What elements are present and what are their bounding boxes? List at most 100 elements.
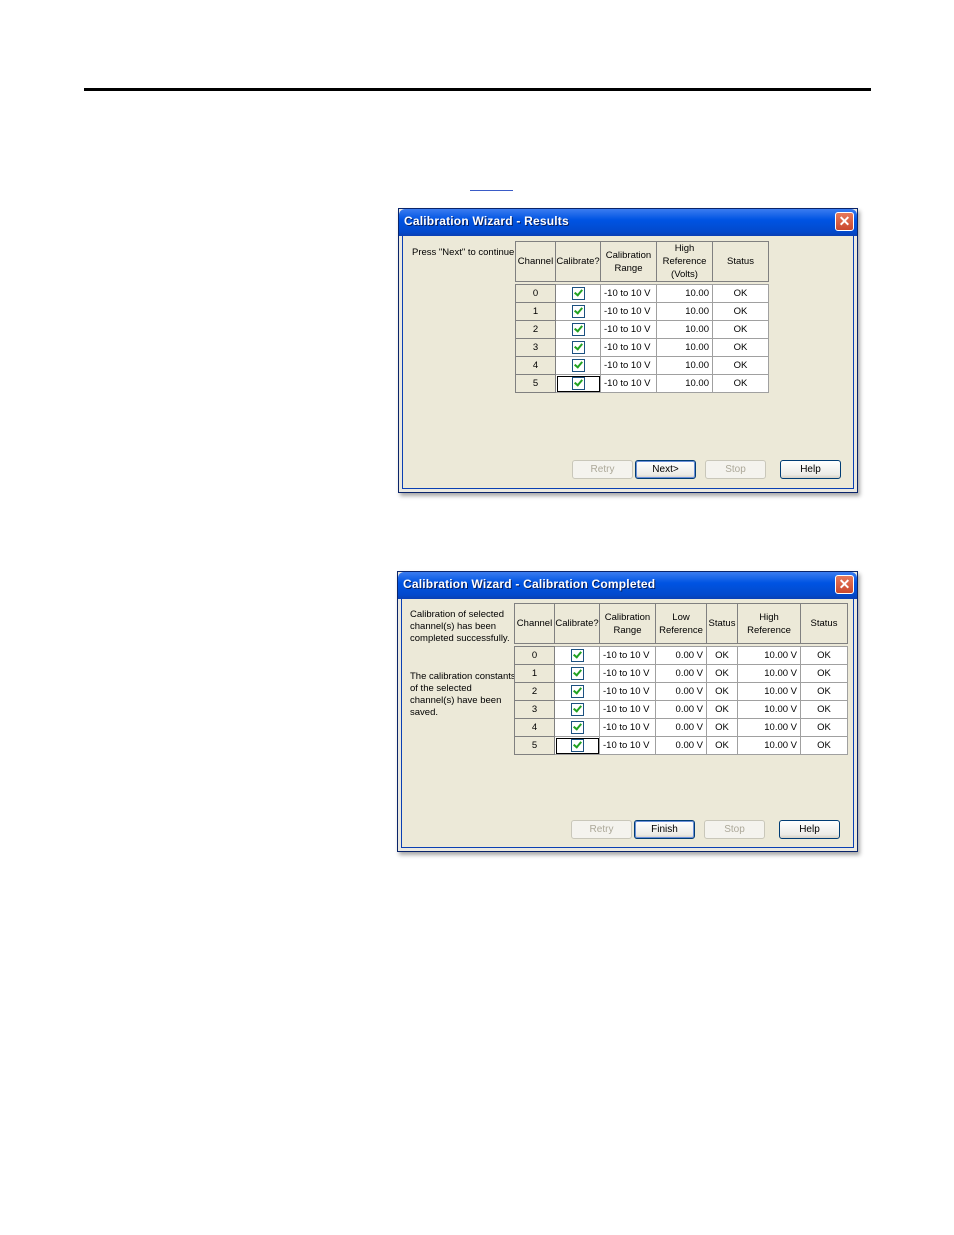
table-row[interactable]: 4 -10 to 10 V 0.00 V OK 10.00 V OK bbox=[514, 718, 848, 737]
constants-saved-message: The calibration constants of the selecte… bbox=[410, 671, 516, 718]
hyperlink-fragment bbox=[470, 190, 513, 191]
check-icon[interactable] bbox=[570, 649, 584, 662]
check-icon[interactable] bbox=[570, 703, 584, 716]
range-cell: -10 to 10 V bbox=[599, 700, 656, 719]
check-icon[interactable] bbox=[570, 739, 584, 752]
channel-cell: 1 bbox=[515, 302, 556, 321]
stop-button[interactable]: Stop bbox=[704, 820, 765, 839]
high-reference-cell: 10.00 V bbox=[737, 718, 801, 737]
check-icon[interactable] bbox=[570, 685, 584, 698]
status-cell: OK bbox=[712, 338, 769, 357]
channel-cell: 5 bbox=[514, 736, 555, 755]
column-header-range: Calibration Range bbox=[599, 603, 656, 644]
low-status-cell: OK bbox=[706, 646, 738, 665]
low-reference-cell: 0.00 V bbox=[655, 736, 707, 755]
table-row[interactable]: 0 -10 to 10 V 10.00 OK bbox=[515, 284, 769, 303]
calibrate-cell[interactable] bbox=[555, 374, 601, 393]
table-row[interactable]: 2 -10 to 10 V 0.00 V OK 10.00 V OK bbox=[514, 682, 848, 701]
table-row[interactable]: 5 -10 to 10 V 10.00 OK bbox=[515, 374, 769, 393]
check-icon[interactable] bbox=[571, 341, 585, 354]
table-row[interactable]: 3 -10 to 10 V 0.00 V OK 10.00 V OK bbox=[514, 700, 848, 719]
column-header-calibrate: Calibrate? bbox=[555, 241, 601, 282]
calibrate-cell[interactable] bbox=[554, 682, 600, 701]
channel-cell: 4 bbox=[515, 356, 556, 375]
table-row[interactable]: 0 -10 to 10 V 0.00 V OK 10.00 V OK bbox=[514, 646, 848, 665]
close-icon[interactable]: ✕ bbox=[835, 212, 854, 231]
low-status-cell: OK bbox=[706, 718, 738, 737]
high-status-cell: OK bbox=[800, 736, 848, 755]
help-button[interactable]: Help bbox=[780, 460, 841, 479]
help-button[interactable]: Help bbox=[779, 820, 840, 839]
column-header-high-reference: High Reference (Volts) bbox=[656, 241, 713, 282]
range-cell: -10 to 10 V bbox=[599, 718, 656, 737]
high-reference-cell: 10.00 bbox=[656, 374, 713, 393]
completed-titlebar[interactable]: Calibration Wizard - Calibration Complet… bbox=[398, 572, 857, 599]
high-reference-cell: 10.00 bbox=[656, 320, 713, 339]
finish-button[interactable]: Finish bbox=[634, 820, 695, 839]
channel-cell: 2 bbox=[515, 320, 556, 339]
status-cell: OK bbox=[712, 374, 769, 393]
table-row[interactable]: 3 -10 to 10 V 10.00 OK bbox=[515, 338, 769, 357]
channel-cell: 2 bbox=[514, 682, 555, 701]
high-reference-cell: 10.00 V bbox=[737, 646, 801, 665]
calibrate-cell[interactable] bbox=[555, 302, 601, 321]
results-titlebar[interactable]: Calibration Wizard - Results ✕ bbox=[399, 209, 857, 236]
retry-button[interactable]: Retry bbox=[572, 460, 633, 479]
column-header-high-reference: High Reference bbox=[737, 603, 801, 644]
low-reference-cell: 0.00 V bbox=[655, 646, 707, 665]
calibrate-cell[interactable] bbox=[554, 664, 600, 683]
calibrate-cell[interactable] bbox=[554, 736, 600, 755]
column-header-low-reference: Low Reference bbox=[655, 603, 707, 644]
channel-cell: 5 bbox=[515, 374, 556, 393]
column-header-range: Calibration Range bbox=[600, 241, 657, 282]
high-status-cell: OK bbox=[800, 646, 848, 665]
results-title: Calibration Wizard - Results bbox=[404, 214, 569, 228]
check-icon[interactable] bbox=[571, 287, 585, 300]
calibrate-cell[interactable] bbox=[555, 284, 601, 303]
high-reference-cell: 10.00 bbox=[656, 302, 713, 321]
high-reference-cell: 10.00 V bbox=[737, 736, 801, 755]
calibrate-cell[interactable] bbox=[554, 700, 600, 719]
check-icon[interactable] bbox=[571, 359, 585, 372]
table-row[interactable]: 2 -10 to 10 V 10.00 OK bbox=[515, 320, 769, 339]
check-icon[interactable] bbox=[571, 305, 585, 318]
calibrate-cell[interactable] bbox=[554, 646, 600, 665]
high-reference-cell: 10.00 V bbox=[737, 700, 801, 719]
next-button[interactable]: Next> bbox=[635, 460, 696, 479]
results-instruction: Press "Next" to continue. bbox=[412, 247, 517, 258]
check-icon[interactable] bbox=[570, 721, 584, 734]
close-icon[interactable]: ✕ bbox=[835, 575, 854, 594]
table-row[interactable]: 5 -10 to 10 V 0.00 V OK 10.00 V OK bbox=[514, 736, 848, 755]
range-cell: -10 to 10 V bbox=[599, 646, 656, 665]
retry-button[interactable]: Retry bbox=[571, 820, 632, 839]
high-reference-cell: 10.00 bbox=[656, 356, 713, 375]
range-cell: -10 to 10 V bbox=[599, 736, 656, 755]
table-row[interactable]: 1 -10 to 10 V 10.00 OK bbox=[515, 302, 769, 321]
high-status-cell: OK bbox=[800, 700, 848, 719]
low-reference-cell: 0.00 V bbox=[655, 718, 707, 737]
channel-cell: 4 bbox=[514, 718, 555, 737]
check-icon[interactable] bbox=[571, 377, 585, 390]
range-cell: -10 to 10 V bbox=[600, 338, 657, 357]
check-icon[interactable] bbox=[570, 667, 584, 680]
table-row[interactable]: 4 -10 to 10 V 10.00 OK bbox=[515, 356, 769, 375]
high-reference-cell: 10.00 V bbox=[737, 664, 801, 683]
column-header-calibrate: Calibrate? bbox=[554, 603, 600, 644]
check-icon[interactable] bbox=[571, 323, 585, 336]
low-status-cell: OK bbox=[706, 736, 738, 755]
low-reference-cell: 0.00 V bbox=[655, 682, 707, 701]
stop-button[interactable]: Stop bbox=[705, 460, 766, 479]
range-cell: -10 to 10 V bbox=[599, 664, 656, 683]
table-row[interactable]: 1 -10 to 10 V 0.00 V OK 10.00 V OK bbox=[514, 664, 848, 683]
calibrate-cell[interactable] bbox=[555, 320, 601, 339]
channel-cell: 1 bbox=[514, 664, 555, 683]
calibrate-cell[interactable] bbox=[555, 338, 601, 357]
calibrate-cell[interactable] bbox=[555, 356, 601, 375]
low-reference-cell: 0.00 V bbox=[655, 700, 707, 719]
status-cell: OK bbox=[712, 302, 769, 321]
low-status-cell: OK bbox=[706, 700, 738, 719]
column-header-channel: Channel bbox=[514, 603, 555, 644]
channel-cell: 0 bbox=[515, 284, 556, 303]
range-cell: -10 to 10 V bbox=[600, 284, 657, 303]
calibrate-cell[interactable] bbox=[554, 718, 600, 737]
